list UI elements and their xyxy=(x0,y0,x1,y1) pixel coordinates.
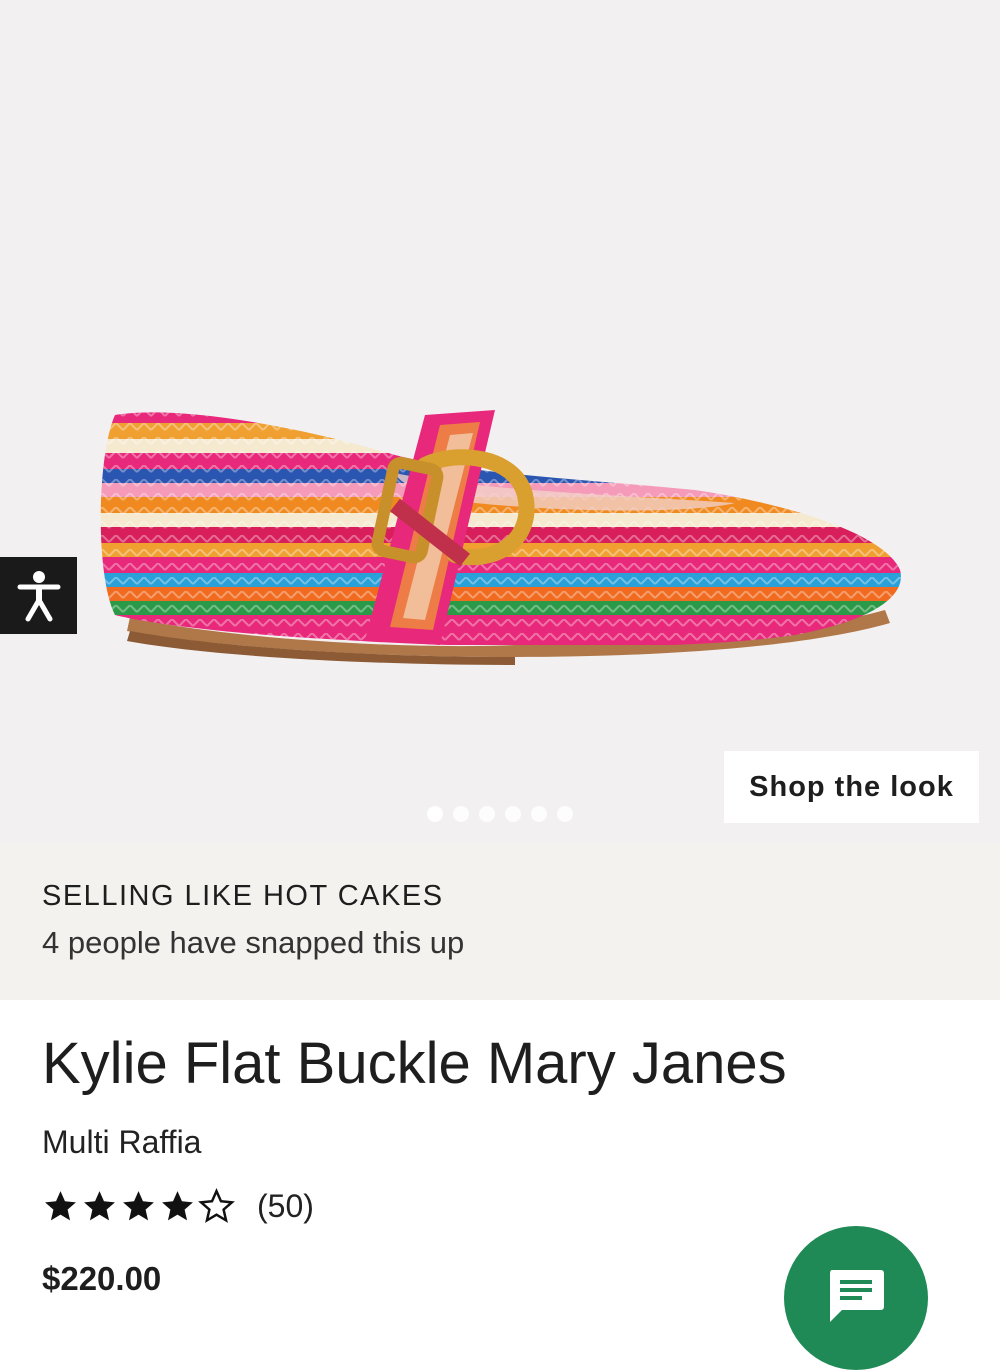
carousel-dot[interactable] xyxy=(453,806,469,822)
star-filled-icon xyxy=(123,1191,154,1221)
star-filled-icon xyxy=(45,1191,76,1221)
shop-the-look-button[interactable]: Shop the look xyxy=(724,751,979,823)
product-title: Kylie Flat Buckle Mary Janes xyxy=(42,1031,787,1096)
product-image-gallery[interactable]: Shop the look xyxy=(0,0,1000,843)
social-proof-subtitle: 4 people have snapped this up xyxy=(42,925,465,960)
carousel-dots xyxy=(427,806,573,822)
review-count[interactable]: (50) xyxy=(257,1188,314,1225)
carousel-dot[interactable] xyxy=(479,806,495,822)
chat-icon xyxy=(830,1270,884,1322)
carousel-dot[interactable] xyxy=(427,806,443,822)
accessibility-button[interactable] xyxy=(0,557,77,634)
star-filled-icon xyxy=(162,1191,193,1221)
carousel-dot[interactable] xyxy=(557,806,573,822)
social-proof-title: SELLING LIKE HOT CAKES xyxy=(42,880,444,912)
chat-button[interactable] xyxy=(784,1226,928,1370)
product-rating[interactable]: (50) xyxy=(42,1188,314,1225)
product-price: $220.00 xyxy=(42,1260,162,1297)
star-filled-icon xyxy=(84,1191,115,1221)
star-empty-icon xyxy=(198,1188,235,1223)
accessibility-icon xyxy=(17,570,60,621)
product-image xyxy=(100,410,901,665)
product-color: Multi Raffia xyxy=(42,1124,202,1160)
rating-stars xyxy=(42,1188,235,1225)
carousel-dot[interactable] xyxy=(531,806,547,822)
social-proof-banner xyxy=(0,843,1000,1000)
carousel-dot[interactable] xyxy=(505,806,521,822)
